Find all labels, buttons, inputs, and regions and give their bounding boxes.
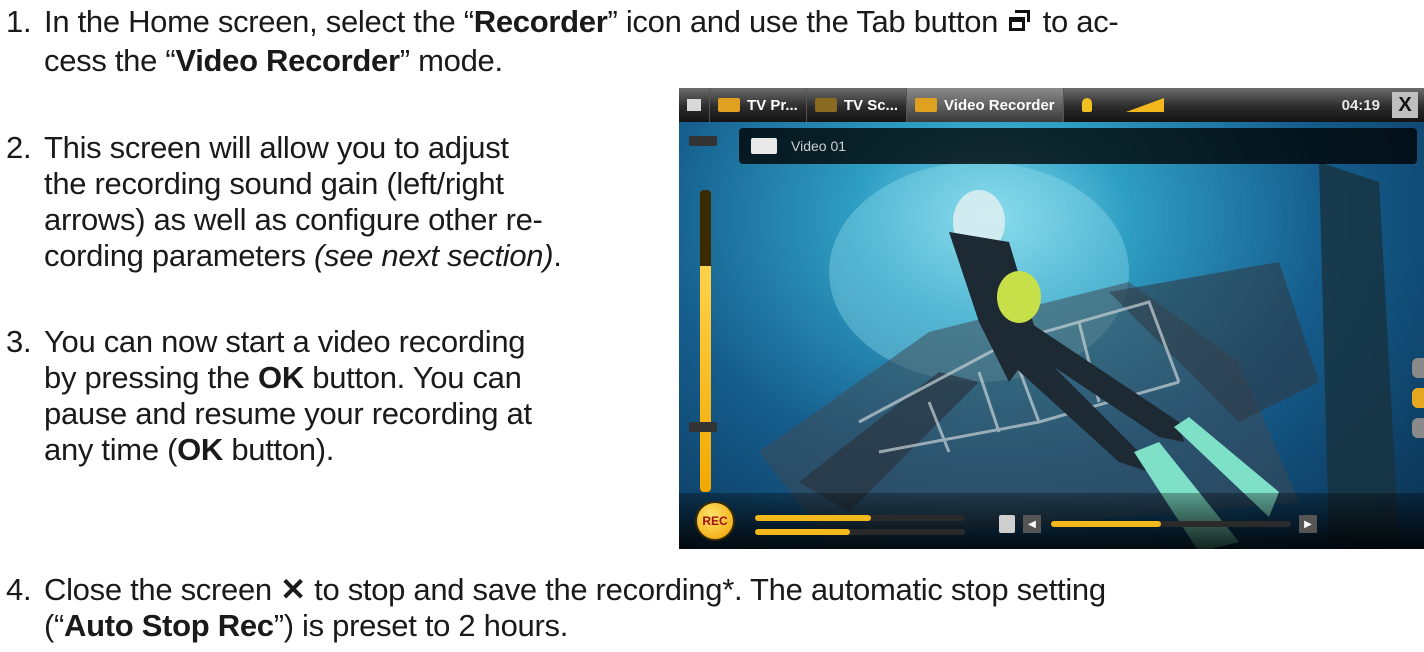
file-name-bar: Video 01: [739, 128, 1417, 164]
gain-slider[interactable]: [1051, 521, 1291, 527]
gain-left-arrow[interactable]: ◀: [1023, 515, 1041, 533]
vu-max-icon: [689, 136, 717, 146]
file-name: Video 01: [791, 138, 847, 154]
bulb-icon: [1081, 98, 1092, 112]
tab-menu-icon[interactable]: [679, 88, 710, 122]
tab-tv-sc[interactable]: TV Sc...: [807, 88, 908, 122]
diver-scene-image: [759, 162, 1399, 549]
recorder-icon: [915, 98, 938, 112]
device-screenshot: TV Pr... TV Sc... Video Recorder 04:19 X…: [679, 88, 1424, 549]
side-handle-1[interactable]: [1412, 358, 1424, 378]
gain-right-arrow[interactable]: ▶: [1299, 515, 1317, 533]
tab-button-icon: [1006, 7, 1034, 43]
rec-button[interactable]: REC: [695, 501, 735, 541]
tv-icon: [718, 98, 740, 112]
close-button[interactable]: X: [1392, 92, 1418, 118]
tab-tv-pr[interactable]: TV Pr...: [710, 88, 807, 122]
step-4: 4. Close the screen ✕ to stop and save th…: [6, 572, 1106, 643]
side-handle-2[interactable]: [1412, 388, 1424, 408]
video-file-icon: [751, 138, 777, 154]
clock: 04:19: [1341, 96, 1380, 114]
ok-label: OK: [258, 360, 304, 395]
left-level-meter: [755, 515, 965, 521]
close-x-icon: ✕: [280, 572, 306, 607]
volume-icon: [1125, 98, 1164, 112]
step-3: 3. You can now start a video recording by…: [6, 324, 532, 467]
film-icon: [814, 98, 837, 112]
gain-icon: [999, 515, 1015, 533]
side-handle-3[interactable]: [1412, 418, 1424, 438]
right-level-meter: [755, 529, 965, 535]
tab-video-recorder[interactable]: Video Recorder: [907, 88, 1064, 122]
step-number: 1.: [6, 4, 32, 39]
auto-stop-label: Auto Stop Rec: [64, 608, 274, 643]
device-bottom-bar: REC ◀ ▶: [679, 493, 1424, 549]
vu-min-icon: [689, 422, 717, 432]
step-2: 2. This screen will allow you to adjust t…: [6, 130, 562, 273]
step-1: 1. In the Home screen, select the “Record…: [6, 4, 1119, 78]
recorder-label: Recorder: [473, 4, 608, 39]
vu-meter: [700, 190, 711, 492]
device-top-bar: TV Pr... TV Sc... Video Recorder 04:19 X: [679, 88, 1424, 122]
video-recorder-label: Video Recorder: [175, 43, 400, 78]
